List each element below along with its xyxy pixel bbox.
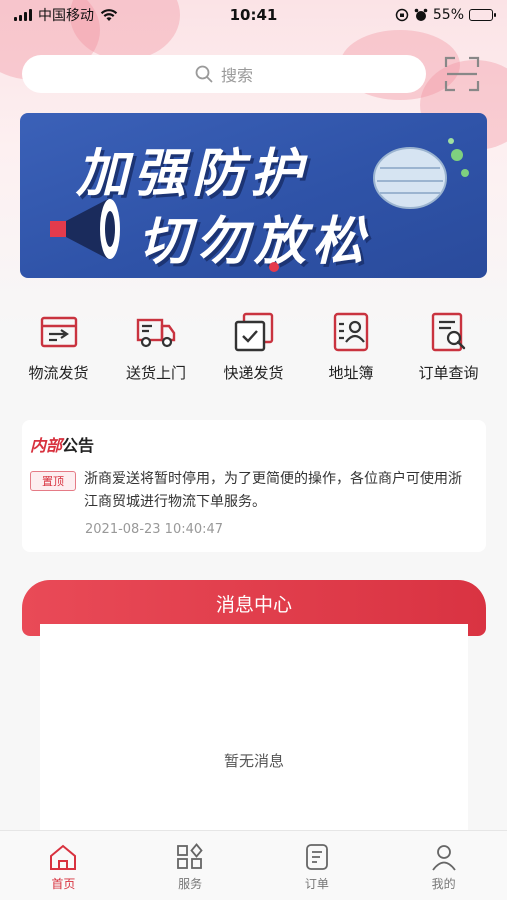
search-icon bbox=[195, 65, 213, 83]
home-icon bbox=[50, 844, 77, 870]
quick-item-label: 送货上门 bbox=[125, 364, 186, 382]
notice-title: 内部 公告 bbox=[30, 432, 478, 456]
notice-card[interactable]: 内部 公告 置顶 浙商爱送将暂时停用，为了更简便的操作，各位商户可使用浙江商贸城进… bbox=[22, 420, 486, 552]
mask-icon bbox=[373, 138, 469, 209]
tab-home[interactable]: 首页 bbox=[13, 831, 113, 900]
tab-profile[interactable]: 我的 bbox=[394, 831, 494, 900]
checkbox-stack-icon bbox=[234, 312, 273, 352]
quick-item-delivery[interactable]: 送货上门 bbox=[108, 310, 205, 390]
tab-services[interactable]: 服务 bbox=[140, 831, 240, 900]
notice-title-red: 内部 bbox=[30, 436, 63, 455]
notice-timestamp: 2021-08-23 10:40:47 bbox=[85, 522, 224, 537]
tab-orders[interactable]: 订单 bbox=[267, 831, 367, 900]
quick-item-label: 快递发货 bbox=[223, 364, 284, 382]
quick-item-order-search[interactable]: 订单查询 bbox=[400, 310, 497, 390]
banner-line-2: 切勿放松 bbox=[138, 212, 371, 272]
truck-icon bbox=[136, 318, 176, 348]
quick-item-label: 地址簿 bbox=[328, 364, 374, 382]
banner-line-1: 加强防护 bbox=[76, 144, 309, 204]
carousel-indicator bbox=[269, 262, 279, 272]
tab-bar: 首页 服务 订单 我的 bbox=[0, 830, 507, 900]
tab-label: 服务 bbox=[178, 877, 203, 891]
rotation-lock-icon bbox=[395, 8, 409, 22]
quick-menu: 物流发货 送货上门 快递发货 地址簿 订单查询 bbox=[10, 310, 497, 390]
status-bar: 中国移动 10:41 55% bbox=[0, 0, 507, 30]
quick-item-label: 物流发货 bbox=[28, 364, 89, 382]
grid-icon bbox=[177, 843, 203, 869]
tab-label: 我的 bbox=[431, 877, 456, 891]
carrier-label: 中国移动 bbox=[38, 8, 94, 24]
empty-message-text: 暂无消息 bbox=[223, 751, 284, 770]
quick-item-express[interactable]: 快递发货 bbox=[205, 310, 302, 390]
pinned-badge: 置顶 bbox=[30, 471, 76, 491]
message-list: 暂无消息 bbox=[40, 624, 468, 830]
user-icon bbox=[431, 845, 456, 871]
search-input[interactable]: 搜索 bbox=[22, 55, 426, 93]
tab-label: 首页 bbox=[51, 877, 76, 891]
document-search-icon bbox=[431, 312, 465, 352]
scan-icon[interactable] bbox=[444, 55, 480, 93]
signal-icon bbox=[14, 9, 32, 21]
search-placeholder: 搜索 bbox=[220, 66, 253, 85]
notice-text: 浙商爱送将暂时停用，为了更简便的操作，各位商户可使用浙江商贸城进行物流下单服务。 bbox=[84, 471, 462, 510]
notice-title-dark: 公告 bbox=[62, 436, 95, 455]
battery-icon bbox=[469, 9, 496, 21]
quick-item-address-book[interactable]: 地址簿 bbox=[303, 310, 400, 390]
contact-book-icon bbox=[333, 312, 369, 352]
battery-percent: 55% bbox=[432, 7, 464, 23]
wifi-icon bbox=[100, 9, 118, 21]
alarm-icon bbox=[414, 8, 428, 21]
tab-label: 订单 bbox=[304, 877, 329, 891]
clock: 10:41 bbox=[229, 6, 278, 24]
quick-item-logistics[interactable]: 物流发货 bbox=[10, 310, 107, 390]
promo-banner[interactable]: 加强防护 切勿放松 bbox=[20, 113, 487, 278]
box-arrow-icon bbox=[40, 316, 77, 348]
quick-item-label: 订单查询 bbox=[418, 364, 479, 382]
order-icon bbox=[305, 844, 328, 870]
